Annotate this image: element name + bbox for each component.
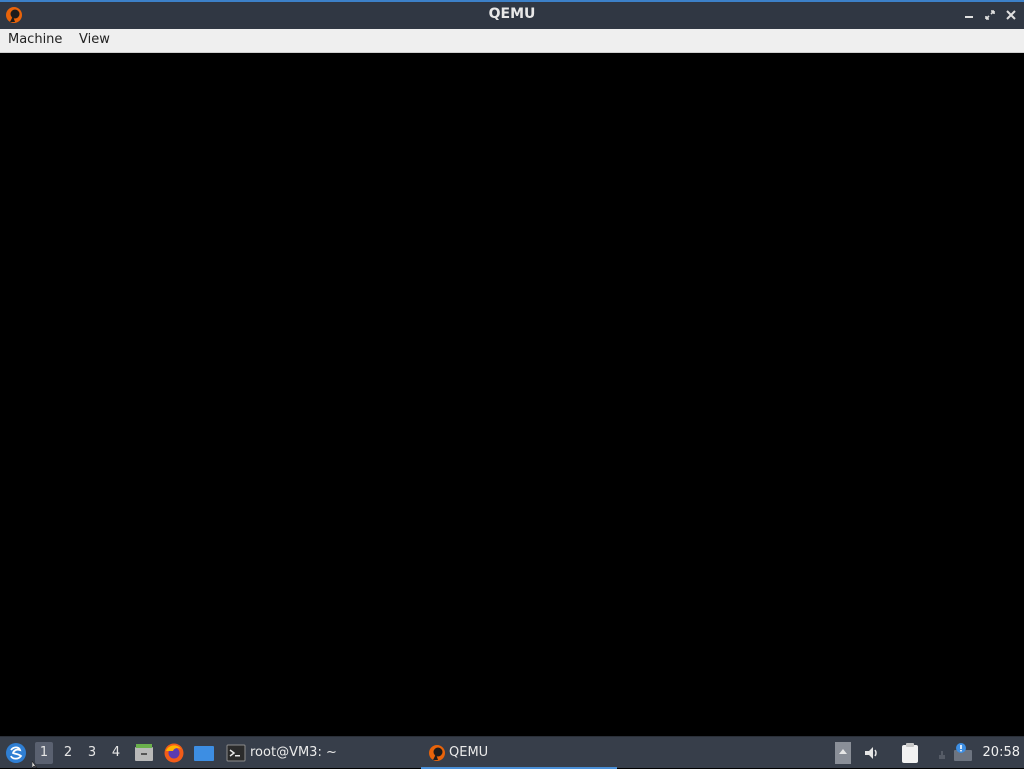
window-title: QEMU bbox=[488, 6, 536, 22]
window-titlebar[interactable]: QEMU bbox=[0, 0, 1024, 29]
volume-icon bbox=[865, 747, 877, 759]
menu-view[interactable]: View bbox=[79, 32, 110, 47]
notification-icon bbox=[954, 743, 972, 761]
task-label: QEMU bbox=[449, 745, 489, 760]
minimize-icon bbox=[965, 16, 973, 18]
firefox-launcher[interactable] bbox=[163, 742, 185, 764]
taskbar: 1 2 3 4 root@VM3: ~ QEMU 20:58 bbox=[0, 736, 1024, 769]
file-manager-launcher[interactable] bbox=[133, 742, 155, 764]
clipboard-button[interactable] bbox=[899, 742, 921, 764]
workspace-4[interactable]: 4 bbox=[107, 742, 125, 764]
mouse-cursor-icon bbox=[32, 761, 38, 768]
menu-machine[interactable]: Machine bbox=[8, 32, 62, 47]
notification-button[interactable] bbox=[952, 742, 974, 764]
clock[interactable]: 20:58 bbox=[983, 737, 1020, 769]
desktop-icon bbox=[194, 746, 214, 761]
restore-icon bbox=[985, 10, 995, 20]
task-qemu[interactable]: QEMU bbox=[421, 739, 617, 769]
start-menu-button[interactable] bbox=[5, 742, 27, 764]
menubar: Machine View bbox=[0, 29, 1024, 53]
minimize-button[interactable] bbox=[961, 7, 977, 23]
start-menu-icon bbox=[6, 743, 26, 763]
network-icon bbox=[939, 751, 945, 759]
close-button[interactable] bbox=[1003, 7, 1019, 23]
task-label: root@VM3: ~ bbox=[250, 745, 337, 760]
task-terminal[interactable]: root@VM3: ~ bbox=[222, 739, 412, 767]
vm-display[interactable] bbox=[0, 53, 1024, 736]
show-desktop-launcher[interactable] bbox=[193, 742, 215, 764]
terminal-icon bbox=[226, 744, 246, 762]
file-manager-icon bbox=[135, 744, 153, 761]
clipboard-icon bbox=[902, 743, 918, 763]
network-button[interactable] bbox=[931, 743, 951, 763]
maximize-button[interactable] bbox=[982, 7, 998, 23]
tray-toggle-icon bbox=[839, 749, 847, 754]
firefox-icon bbox=[164, 743, 184, 763]
close-icon bbox=[1006, 10, 1016, 20]
tray-toggle-button[interactable] bbox=[835, 742, 851, 764]
workspace-2[interactable]: 2 bbox=[59, 742, 77, 764]
volume-button[interactable] bbox=[862, 743, 882, 763]
qemu-icon bbox=[429, 745, 445, 761]
workspace-3[interactable]: 3 bbox=[83, 742, 101, 764]
